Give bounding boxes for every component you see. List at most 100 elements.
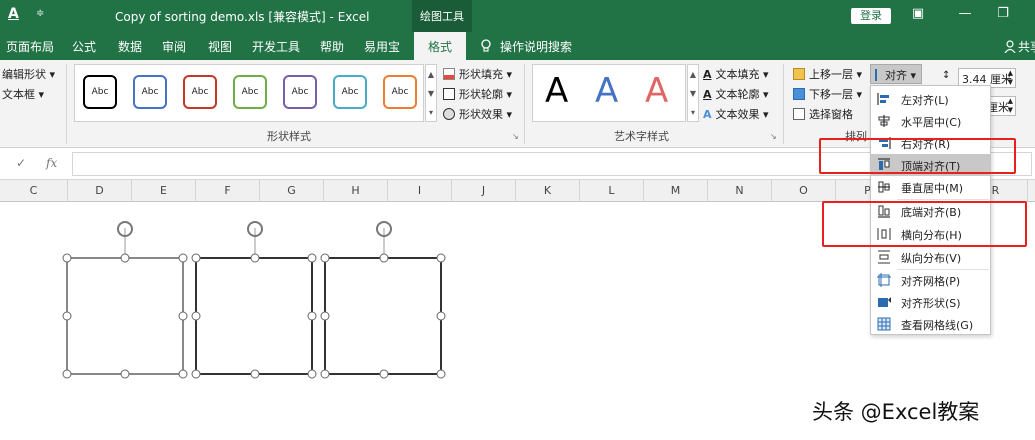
menu-item-distribute-vertical[interactable]: 纵向分布(V) (871, 246, 990, 268)
tell-me-search[interactable]: 操作说明搜索 (480, 38, 572, 55)
column-header-g[interactable]: G (260, 180, 324, 202)
tab-help[interactable]: 帮助 (320, 38, 344, 55)
column-header-l[interactable]: L (580, 180, 644, 202)
wordart-launcher-icon[interactable]: ↘ (770, 132, 777, 141)
column-header-c[interactable]: C (0, 180, 68, 202)
tab-developer[interactable]: 开发工具 (252, 38, 300, 55)
column-header-i[interactable]: I (388, 180, 452, 202)
shape-outline-label: 形状轮廓 (459, 88, 503, 101)
shape-styles-launcher-icon[interactable]: ↘ (512, 132, 519, 141)
shape-styles-scroll[interactable]: ▲ ▼ ▾ (425, 64, 437, 122)
text-outline-label: 文本轮廓 (715, 88, 760, 101)
tab-review[interactable]: 审阅 (162, 38, 186, 55)
tell-me-label: 操作说明搜索 (500, 40, 573, 54)
rectangle-shape[interactable] (66, 228, 184, 375)
rectangle-shape[interactable] (195, 228, 313, 375)
menu-item-label: 左对齐(L) (901, 94, 949, 107)
distribute-vertical-icon (878, 250, 890, 264)
text-effects-icon: A (703, 108, 712, 121)
tab-page-layout[interactable]: 页面布局 (6, 38, 54, 55)
align-button[interactable]: 对齐 ▾ (870, 64, 922, 84)
column-header-d[interactable]: D (68, 180, 132, 202)
snap-to-grid-icon (877, 273, 891, 287)
column-header-j[interactable]: J (452, 180, 516, 202)
shape-effects-button[interactable]: 形状效果 ▾ (443, 106, 512, 122)
menu-item-align-left[interactable]: 左对齐(L) (871, 88, 990, 110)
send-backward-button[interactable]: 下移一层 ▾ (793, 86, 862, 102)
tab-format[interactable]: 格式 (414, 32, 467, 60)
send-backward-icon (793, 88, 805, 100)
shape-style-3[interactable]: Abc (183, 75, 217, 109)
selection-pane-button[interactable]: 选择窗格 (793, 106, 853, 122)
highlight-box-bottom-distribute (822, 201, 1027, 247)
divider (66, 64, 67, 144)
shape-fill-label: 形状填充 (459, 68, 503, 81)
ribbon-display-icon[interactable]: ▣ (908, 6, 928, 26)
edit-shape-button[interactable]: 编辑形状 ▾ (2, 66, 55, 82)
column-header-k[interactable]: K (516, 180, 580, 202)
align-label: 对齐 (885, 69, 907, 82)
lightbulb-icon (481, 39, 491, 52)
column-header-h[interactable]: H (324, 180, 388, 202)
share-button[interactable]: 共享 (1004, 38, 1035, 55)
menu-item-align-center[interactable]: 水平居中(C) (871, 110, 990, 132)
shape-fill-button[interactable]: 形状填充 ▾ (443, 66, 512, 82)
rectangle-shape[interactable] (324, 228, 442, 375)
user-icon (1004, 40, 1016, 54)
font-color-icon[interactable]: A (8, 6, 19, 22)
wordart-style-2[interactable]: A (595, 71, 618, 111)
text-outline-icon: A (703, 88, 712, 101)
group-label-wordart-styles: 艺术字样式 (614, 130, 669, 143)
shape-style-7[interactable]: Abc (383, 75, 417, 109)
menu-item-align-middle[interactable]: 垂直居中(M) (871, 176, 990, 198)
shape-effects-icon (443, 108, 455, 120)
tab-data[interactable]: 数据 (118, 38, 142, 55)
shape-style-6[interactable]: Abc (333, 75, 367, 109)
text-box-button[interactable]: 文本框 ▾ (2, 86, 44, 102)
menu-item-snap-to-shape[interactable]: 对齐形状(S) (871, 291, 990, 313)
text-effects-label: 文本效果 (715, 108, 760, 121)
height-icon: ↕ (942, 70, 951, 81)
column-header-e[interactable]: E (132, 180, 196, 202)
tab-easy-tools[interactable]: 易用宝 (364, 38, 400, 55)
column-header-o[interactable]: O (772, 180, 836, 202)
login-button[interactable]: 登录 (851, 8, 891, 24)
edit-shape-label: 编辑形状 (2, 68, 46, 81)
shape-style-5[interactable]: Abc (283, 75, 317, 109)
send-backward-label: 下移一层 (809, 88, 853, 101)
pen-icon (443, 88, 455, 100)
insert-function-icon[interactable]: fx (46, 156, 57, 170)
wordart-style-1[interactable]: A (545, 71, 568, 111)
menu-item-snap-to-grid[interactable]: 对齐网格(P) (871, 269, 990, 291)
shape-style-1[interactable]: Abc (83, 75, 117, 109)
height-spinner[interactable]: ▲ ▼ (1008, 69, 1013, 87)
wordart-style-3[interactable]: A (645, 71, 668, 111)
menu-item-label: 纵向分布(V) (901, 252, 962, 265)
menu-item-view-gridlines[interactable]: 查看网格线(G) (871, 313, 990, 335)
text-effects-button[interactable]: A 文本效果 ▾ (703, 106, 769, 122)
menu-item-label: 垂直居中(M) (901, 182, 964, 195)
text-box-label: 文本框 (2, 88, 35, 101)
shape-style-4[interactable]: Abc (233, 75, 267, 109)
restore-icon[interactable]: ❐ (993, 6, 1013, 26)
align-icon (875, 69, 883, 81)
column-header-m[interactable]: M (644, 180, 708, 202)
text-outline-button[interactable]: A 文本轮廓 ▾ (703, 86, 769, 102)
text-fill-button[interactable]: A 文本填充 ▾ (703, 66, 769, 82)
excel-window: A ≑ Copy of sorting demo.xls [兼容模式] - Ex… (0, 0, 1035, 440)
column-header-f[interactable]: F (196, 180, 260, 202)
divider (524, 64, 525, 144)
wordart-scroll[interactable]: ▲ ▼ ▾ (687, 64, 699, 122)
customize-quick-access-icon[interactable]: ≑ (36, 8, 44, 19)
tab-view[interactable]: 视图 (208, 38, 232, 55)
width-spinner[interactable]: ▲ ▼ (1008, 97, 1013, 115)
tab-formulas[interactable]: 公式 (72, 38, 96, 55)
column-header-n[interactable]: N (708, 180, 772, 202)
minimize-icon[interactable]: — (955, 6, 975, 26)
window-title: Copy of sorting demo.xls [兼容模式] - Excel (115, 10, 370, 24)
bring-forward-button[interactable]: 上移一层 ▾ (793, 66, 862, 82)
highlight-box-top-align (819, 138, 1016, 174)
enter-icon[interactable]: ✓ (16, 156, 26, 170)
shape-style-2[interactable]: Abc (133, 75, 167, 109)
shape-outline-button[interactable]: 形状轮廓 ▾ (443, 86, 512, 102)
